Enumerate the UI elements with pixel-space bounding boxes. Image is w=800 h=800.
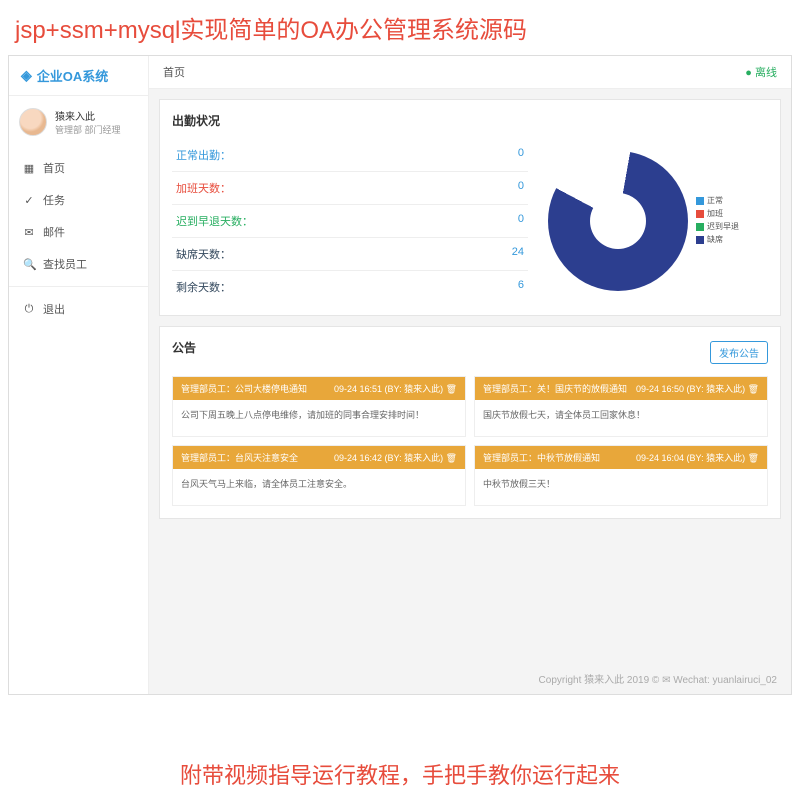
avatar <box>19 108 47 136</box>
notice-body: 公司下周五晚上八点停电维修，请加班的同事合理安排时间！ <box>173 400 465 436</box>
att-label: 正常出勤： <box>176 147 231 163</box>
notice-meta: 09-24 16:42 (BY: 猿来入此) 🗑 <box>334 451 457 464</box>
legend-swatch <box>696 223 704 231</box>
notice-meta: 09-24 16:04 (BY: 猿来入此) 🗑 <box>636 451 759 464</box>
user-name: 猿来入此 <box>55 108 121 123</box>
notice-body: 台风天气马上来临，请全体员工注意安全。 <box>173 469 465 505</box>
notice-title: 管理部员工：公司大楼停电通知 <box>181 382 307 395</box>
legend-swatch <box>696 197 704 205</box>
legend-item: 加班 <box>696 208 739 219</box>
notice-header: 管理部员工：公司大楼停电通知 09-24 16:51 (BY: 猿来入此) 🗑 <box>173 377 465 400</box>
breadcrumb[interactable]: 首页 <box>163 64 185 80</box>
topbar: 首页 ● 离线 <box>149 56 791 89</box>
notices-title: 公告 <box>172 339 196 356</box>
attendance-title: 出勤状况 <box>172 112 768 129</box>
nav-mail[interactable]: ✉ 邮件 <box>9 216 148 248</box>
attendance-panel: 出勤状况 正常出勤： 0 加班天数： 0 迟到早退天数： 0 缺席天数： 24 剩余天数： 6 正… <box>159 99 781 316</box>
app-logo[interactable]: ◈ 企业OA系统 <box>9 56 148 96</box>
attendance-row: 加班天数： 0 <box>172 172 528 205</box>
nav-menu: ▦ 首页 ✓ 任务 ✉ 邮件 🔍 查找员工 ⏻ 退出 <box>9 148 148 329</box>
legend-item: 缺席 <box>696 234 739 245</box>
user-block[interactable]: 猿来入此 管理部 部门经理 <box>9 96 148 148</box>
attendance-row: 剩余天数： 6 <box>172 271 528 303</box>
app-container: ◈ 企业OA系统 猿来入此 管理部 部门经理 ▦ 首页 ✓ 任务 ✉ 邮件 🔍 查找员工… <box>8 55 792 695</box>
attendance-row: 缺席天数： 24 <box>172 238 528 271</box>
legend-item: 正常 <box>696 195 739 206</box>
legend-label: 缺席 <box>707 234 723 245</box>
att-label: 迟到早退天数： <box>176 213 253 229</box>
notice-header: 管理部员工：中秋节放假通知 09-24 16:04 (BY: 猿来入此) 🗑 <box>475 446 767 469</box>
legend-swatch <box>696 236 704 244</box>
notice-card: 管理部员工：台风天注意安全 09-24 16:42 (BY: 猿来入此) 🗑 台风天… <box>172 445 466 506</box>
legend-item: 迟到早退 <box>696 221 739 232</box>
notice-title: 管理部员工：关！国庆节的放假通知 <box>483 382 627 395</box>
att-label: 加班天数： <box>176 180 231 196</box>
attendance-table: 正常出勤： 0 加班天数： 0 迟到早退天数： 0 缺席天数： 24 剩余天数： 6 <box>172 139 528 303</box>
mail-icon: ✉ <box>23 226 35 239</box>
footer: Copyright 猿来入此 2019 © ✉ Wechat: yuanlair… <box>149 663 791 694</box>
notice-header: 管理部员工：台风天注意安全 09-24 16:42 (BY: 猿来入此) 🗑 <box>173 446 465 469</box>
nav-tasks[interactable]: ✓ 任务 <box>9 184 148 216</box>
nav-search-emp[interactable]: 🔍 查找员工 <box>9 248 148 280</box>
home-icon: ▦ <box>23 162 35 175</box>
notices-grid: 管理部员工：公司大楼停电通知 09-24 16:51 (BY: 猿来入此) 🗑 公司… <box>172 376 768 506</box>
app-name: 企业OA系统 <box>37 66 109 85</box>
delete-icon[interactable]: 🗑 <box>446 453 457 463</box>
nav-home-label: 首页 <box>43 160 65 176</box>
nav-search-label: 查找员工 <box>43 256 87 272</box>
delete-icon[interactable]: 🗑 <box>446 384 457 394</box>
nav-home[interactable]: ▦ 首页 <box>9 152 148 184</box>
publish-notice-button[interactable]: 发布公告 <box>710 341 768 364</box>
attendance-chart: 正常加班迟到早退缺席 <box>548 139 768 303</box>
power-icon: ⏻ <box>23 303 35 316</box>
notice-card: 管理部员工：关！国庆节的放假通知 09-24 16:50 (BY: 猿来入此) 🗑… <box>474 376 768 437</box>
content: 出勤状况 正常出勤： 0 加班天数： 0 迟到早退天数： 0 缺席天数： 24 剩余天数： 6 正… <box>149 89 791 663</box>
attendance-row: 正常出勤： 0 <box>172 139 528 172</box>
marketing-banner-top: jsp+ssm+mysql实现简单的OA办公管理系统源码 <box>0 0 800 55</box>
notice-header: 管理部员工：关！国庆节的放假通知 09-24 16:50 (BY: 猿来入此) 🗑 <box>475 377 767 400</box>
chart-legend: 正常加班迟到早退缺席 <box>696 195 739 247</box>
nav-separator <box>9 286 148 287</box>
nav-tasks-label: 任务 <box>43 192 65 208</box>
main-area: 首页 ● 离线 出勤状况 正常出勤： 0 加班天数： 0 迟到早退天数： 0 缺席天数： 24… <box>149 56 791 694</box>
legend-label: 加班 <box>707 208 723 219</box>
delete-icon[interactable]: 🗑 <box>748 384 759 394</box>
nav-mail-label: 邮件 <box>43 224 65 240</box>
nav-logout-label: 退出 <box>43 301 65 317</box>
att-value: 0 <box>518 180 524 196</box>
notice-card: 管理部员工：中秋节放假通知 09-24 16:04 (BY: 猿来入此) 🗑 中秋节… <box>474 445 768 506</box>
notice-body: 中秋节放假三天！ <box>475 469 767 505</box>
att-value: 0 <box>518 147 524 163</box>
notices-panel: 公告 发布公告 管理部员工：公司大楼停电通知 09-24 16:51 (BY: 猿… <box>159 326 781 519</box>
legend-swatch <box>696 210 704 218</box>
notice-title: 管理部员工：中秋节放假通知 <box>483 451 600 464</box>
user-info: 猿来入此 管理部 部门经理 <box>55 108 121 136</box>
notice-meta: 09-24 16:50 (BY: 猿来入此) 🗑 <box>636 382 759 395</box>
search-icon: 🔍 <box>23 258 35 271</box>
user-role: 管理部 部门经理 <box>55 123 121 136</box>
notice-card: 管理部员工：公司大楼停电通知 09-24 16:51 (BY: 猿来入此) 🗑 公司… <box>172 376 466 437</box>
attendance-row: 迟到早退天数： 0 <box>172 205 528 238</box>
att-value: 24 <box>512 246 524 262</box>
notice-meta: 09-24 16:51 (BY: 猿来入此) 🗑 <box>334 382 457 395</box>
check-icon: ✓ <box>23 194 35 207</box>
att-value: 6 <box>518 279 524 295</box>
sidebar: ◈ 企业OA系统 猿来入此 管理部 部门经理 ▦ 首页 ✓ 任务 ✉ 邮件 🔍 查找员工… <box>9 56 149 694</box>
legend-label: 迟到早退 <box>707 221 739 232</box>
delete-icon[interactable]: 🗑 <box>748 453 759 463</box>
nav-logout[interactable]: ⏻ 退出 <box>9 293 148 325</box>
legend-label: 正常 <box>707 195 723 206</box>
att-value: 0 <box>518 213 524 229</box>
notice-body: 国庆节放假七天，请全体员工回家休息！ <box>475 400 767 436</box>
online-status[interactable]: ● 离线 <box>745 64 777 80</box>
logo-icon: ◈ <box>21 67 32 84</box>
notice-title: 管理部员工：台风天注意安全 <box>181 451 298 464</box>
att-label: 缺席天数： <box>176 246 231 262</box>
donut-chart <box>548 151 688 291</box>
att-label: 剩余天数： <box>176 279 231 295</box>
marketing-banner-bottom: 附带视频指导运行教程，手把手教你运行起来 <box>0 758 800 790</box>
